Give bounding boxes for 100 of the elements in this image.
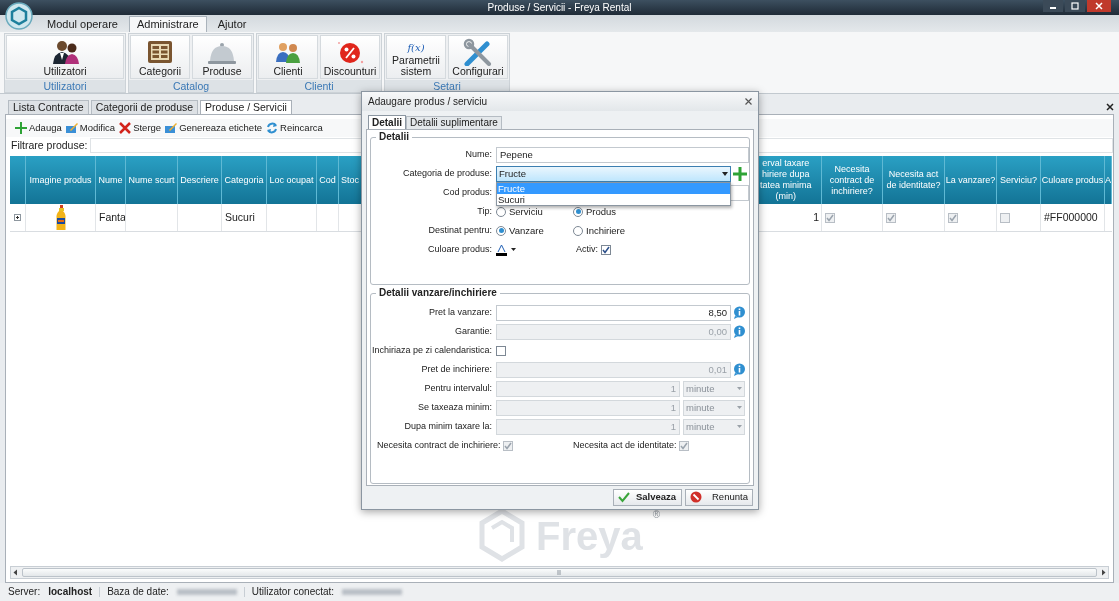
radio-button[interactable] bbox=[496, 206, 506, 217]
info-icon[interactable] bbox=[733, 363, 746, 376]
edit-icon bbox=[165, 122, 178, 134]
caret-icon[interactable] bbox=[511, 248, 516, 251]
status-label: Baza de date: bbox=[107, 587, 169, 597]
dropdown-option[interactable]: Sucuri bbox=[497, 193, 730, 205]
grip-icon bbox=[557, 570, 562, 575]
ribbon-group-label: Utilizatori bbox=[5, 80, 125, 92]
document-tab[interactable]: Produse / Servicii bbox=[200, 100, 292, 114]
horizontal-scrollbar[interactable] bbox=[10, 566, 1109, 579]
info-icon[interactable] bbox=[733, 325, 746, 338]
column-header[interactable]: Necesita act de identitate? bbox=[883, 156, 945, 204]
close-icon[interactable] bbox=[745, 98, 752, 105]
field-label: Se taxeaza minim: bbox=[417, 403, 492, 412]
ribbon-button[interactable]: Utilizatori bbox=[6, 35, 124, 79]
ribbon-button[interactable]: Clienti bbox=[258, 35, 318, 79]
toolbar-button[interactable]: Modifica bbox=[65, 122, 116, 134]
edit-icon bbox=[65, 122, 78, 134]
field-value: minute bbox=[686, 402, 715, 413]
column-header[interactable]: Serviciu? bbox=[997, 156, 1041, 204]
checkbox[interactable] bbox=[496, 345, 506, 356]
toolbar-button[interactable]: Reincarca bbox=[266, 122, 323, 134]
radio-button[interactable] bbox=[573, 225, 583, 236]
field-label: Pret de inchiriere: bbox=[421, 365, 492, 374]
radio-label: Inchiriere bbox=[586, 225, 626, 236]
right-arrow-icon[interactable] bbox=[1099, 568, 1108, 577]
dialog-button[interactable]: Renunta bbox=[685, 488, 753, 506]
column-header[interactable]: La vanzare? bbox=[945, 156, 997, 204]
toolbar-button[interactable]: Sterge bbox=[119, 122, 162, 134]
check-icon bbox=[602, 245, 610, 254]
left-arrow-icon[interactable] bbox=[11, 568, 20, 577]
field-label: Garantie: bbox=[454, 327, 492, 336]
close-icon[interactable] bbox=[1106, 103, 1114, 111]
dropdown-field[interactable]: Fructe bbox=[496, 165, 731, 182]
dialog-tab[interactable]: Detalii bbox=[368, 115, 406, 129]
check-icon bbox=[503, 441, 512, 450]
toolbar-button[interactable]: Adauga bbox=[15, 122, 62, 134]
column-header[interactable]: Imagine produs bbox=[26, 156, 96, 204]
wrench-screwdriver-icon bbox=[463, 38, 493, 66]
column-header[interactable]: Descriere bbox=[178, 156, 222, 204]
window-title: Produse / Servicii - Freya Rental bbox=[487, 2, 632, 13]
group-title: Detalii vanzare/inchiriere bbox=[378, 287, 498, 299]
maximize-icon[interactable] bbox=[1065, 0, 1085, 12]
caret-icon bbox=[737, 406, 742, 409]
document-tab[interactable]: Categorii de produse bbox=[90, 100, 199, 114]
toolbar-button[interactable]: Genereaza etichete bbox=[165, 122, 263, 134]
field-label: Necesita act de identitate: bbox=[573, 441, 677, 450]
hexagon-logo-icon bbox=[478, 508, 526, 562]
menu-tab[interactable]: Ajutor bbox=[210, 16, 254, 32]
table-cell: Sucuri bbox=[225, 212, 255, 223]
input-field[interactable]: Pepene bbox=[496, 146, 749, 163]
ribbon-group-label: Catalog bbox=[129, 80, 253, 92]
cancel-icon bbox=[690, 491, 702, 503]
ribbon-button[interactable]: Configurari bbox=[448, 35, 508, 79]
people-icon bbox=[50, 38, 80, 66]
field-value: 0,00 bbox=[708, 326, 727, 337]
group-title: Detalii bbox=[378, 131, 410, 143]
field-value: minute bbox=[686, 383, 715, 394]
radio-button[interactable] bbox=[573, 206, 583, 217]
expand-icon[interactable] bbox=[14, 214, 21, 221]
ribbon-group-label: Setari bbox=[385, 80, 509, 92]
column-header[interactable]: Cod bbox=[317, 156, 339, 204]
input-field[interactable]: 8,50 bbox=[496, 304, 731, 321]
caret-icon bbox=[722, 171, 728, 176]
font-color-icon[interactable] bbox=[496, 243, 507, 256]
field-value: 1 bbox=[670, 383, 676, 394]
function-icon: f(x) bbox=[407, 43, 425, 53]
ribbon-button[interactable]: Categorii bbox=[130, 35, 190, 79]
ribbon-button[interactable]: f(x) Parametrii sistem bbox=[386, 35, 446, 79]
dialog-tab[interactable]: Detalii suplimentare bbox=[406, 116, 502, 129]
menu-tab[interactable]: Modul operare bbox=[40, 16, 125, 32]
check-icon bbox=[949, 213, 957, 222]
field-value: 0,01 bbox=[708, 364, 727, 375]
ribbon-button[interactable]: Discounturi bbox=[320, 35, 380, 79]
field-label: Pret la vanzare: bbox=[428, 308, 492, 317]
column-header[interactable]: Nume scurt bbox=[126, 156, 178, 204]
dialog-button[interactable]: Salveaza bbox=[613, 488, 682, 506]
field-label: Pentru intervalul: bbox=[424, 384, 492, 393]
caret-icon bbox=[737, 387, 742, 390]
column-header[interactable]: Necesita contract de inchiriere? bbox=[822, 156, 883, 204]
minimize-icon[interactable] bbox=[1043, 0, 1063, 12]
radio-label: Vanzare bbox=[509, 225, 544, 236]
radio-button[interactable] bbox=[496, 225, 506, 236]
column-header[interactable]: Loc ocupat bbox=[267, 156, 317, 204]
column-header[interactable]: Categoria bbox=[222, 156, 267, 204]
plus-icon[interactable] bbox=[733, 166, 747, 181]
scrollbar-thumb[interactable] bbox=[22, 568, 1097, 577]
radio-label: Serviciu bbox=[509, 206, 543, 217]
info-icon[interactable] bbox=[733, 306, 746, 319]
field-value: minute bbox=[686, 421, 715, 432]
menu-tab[interactable]: Administrare bbox=[128, 16, 207, 32]
field-label: Dupa minim taxare la: bbox=[404, 422, 492, 431]
column-header[interactable]: Culoare produs bbox=[1041, 156, 1105, 204]
field-label: Necesita contract de inchiriere: bbox=[377, 441, 501, 450]
column-header[interactable]: A bbox=[1105, 156, 1112, 204]
document-tab[interactable]: Lista Contracte bbox=[8, 100, 89, 114]
field-value: 1 bbox=[670, 421, 676, 432]
checkbox[interactable] bbox=[601, 244, 611, 255]
column-header[interactable]: Nume bbox=[96, 156, 126, 204]
ribbon-button[interactable]: Produse bbox=[192, 35, 252, 79]
